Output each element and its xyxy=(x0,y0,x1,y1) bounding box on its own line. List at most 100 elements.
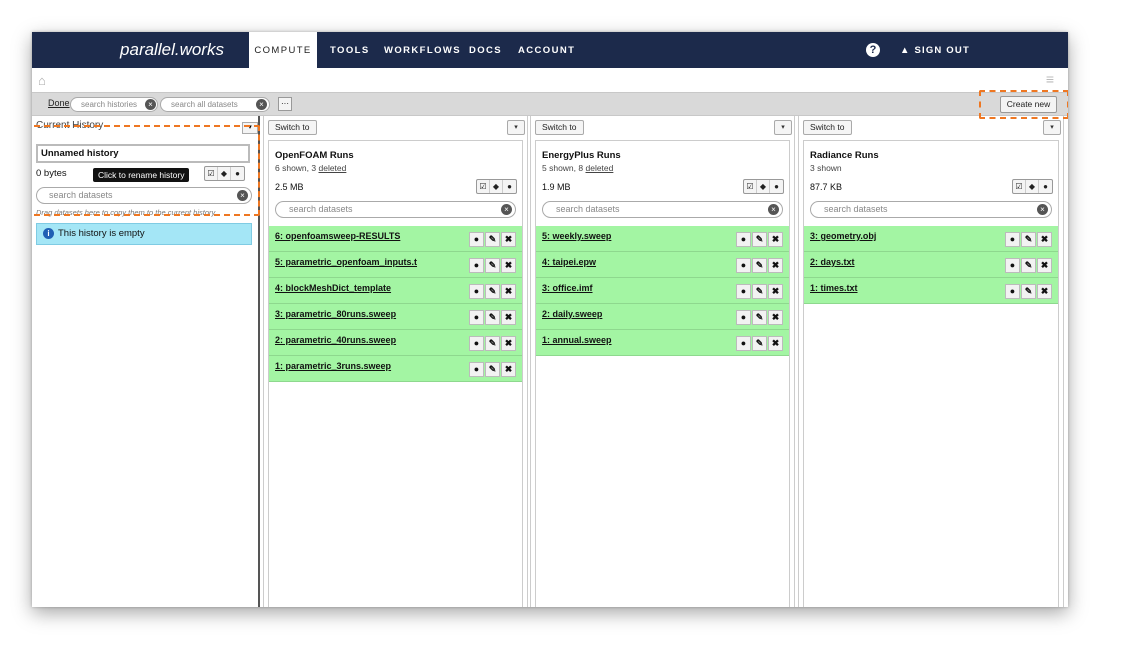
comment-icon[interactable]: ● xyxy=(503,180,516,193)
dataset-row[interactable]: 6: openfoamsweep-RESULTS ● ✎ ✖ xyxy=(269,226,522,252)
deleted-link[interactable]: deleted xyxy=(318,163,346,173)
clear-search-icon[interactable]: × xyxy=(768,204,779,215)
dataset-name[interactable]: 4: taipei.epw xyxy=(542,257,596,267)
search-datasets-input[interactable]: search datasets × xyxy=(36,187,252,204)
pencil-icon[interactable]: ✎ xyxy=(752,310,767,325)
pencil-icon[interactable]: ✎ xyxy=(485,310,500,325)
create-new-button[interactable]: Create new xyxy=(1000,96,1057,113)
eye-icon[interactable]: ● xyxy=(736,336,751,351)
eye-icon[interactable]: ● xyxy=(1005,258,1020,273)
dataset-name[interactable]: 1: parametric_3runs.sweep xyxy=(275,361,391,371)
dataset-name[interactable]: 5: weekly.sweep xyxy=(542,231,611,241)
clear-search-icon[interactable]: × xyxy=(256,99,267,110)
comment-icon[interactable]: ● xyxy=(231,167,244,180)
dataset-name[interactable]: 2: parametric_40runs.sweep xyxy=(275,335,396,345)
dataset-name[interactable]: 1: times.txt xyxy=(810,283,858,293)
select-checkbox-icon[interactable]: ☑ xyxy=(205,167,218,180)
select-checkbox-icon[interactable]: ☑ xyxy=(744,180,757,193)
close-icon[interactable]: ✖ xyxy=(768,258,783,273)
search-datasets-input[interactable]: search datasets × xyxy=(275,201,516,218)
dataset-row[interactable]: 1: parametric_3runs.sweep ● ✎ ✖ xyxy=(269,356,522,382)
dataset-row[interactable]: 3: office.imf ● ✎ ✖ xyxy=(536,278,789,304)
pencil-icon[interactable]: ✎ xyxy=(485,258,500,273)
dataset-row[interactable]: 3: geometry.obj ● ✎ ✖ xyxy=(804,226,1058,252)
nav-account[interactable]: ACCOUNT xyxy=(518,32,575,68)
eye-icon[interactable]: ● xyxy=(469,258,484,273)
nav-compute[interactable]: COMPUTE xyxy=(249,32,317,68)
eye-icon[interactable]: ● xyxy=(1005,232,1020,247)
pencil-icon[interactable]: ✎ xyxy=(485,336,500,351)
search-all-datasets-input[interactable]: search all datasets × xyxy=(160,97,270,112)
done-link[interactable]: Done xyxy=(48,98,70,108)
clear-search-icon[interactable]: × xyxy=(145,99,156,110)
brand-logo[interactable]: parallel.works xyxy=(32,32,248,68)
dataset-row[interactable]: 2: parametric_40runs.sweep ● ✎ ✖ xyxy=(269,330,522,356)
eye-icon[interactable]: ● xyxy=(1005,284,1020,299)
dataset-name[interactable]: 3: parametric_80runs.sweep xyxy=(275,309,396,319)
close-icon[interactable]: ✖ xyxy=(768,336,783,351)
help-icon[interactable]: ? xyxy=(866,43,880,57)
close-icon[interactable]: ✖ xyxy=(501,258,516,273)
more-options-button[interactable]: ··· xyxy=(278,97,292,111)
tag-icon[interactable]: ◆ xyxy=(757,180,770,193)
pencil-icon[interactable]: ✎ xyxy=(752,232,767,247)
close-icon[interactable]: ✖ xyxy=(1037,284,1052,299)
dataset-name[interactable]: 2: days.txt xyxy=(810,257,855,267)
switch-to-button[interactable]: Switch to xyxy=(268,120,317,135)
pencil-icon[interactable]: ✎ xyxy=(485,362,500,377)
eye-icon[interactable]: ● xyxy=(736,258,751,273)
select-checkbox-icon[interactable]: ☑ xyxy=(477,180,490,193)
pencil-icon[interactable]: ✎ xyxy=(752,336,767,351)
dataset-name[interactable]: 3: office.imf xyxy=(542,283,593,293)
dataset-row[interactable]: 4: taipei.epw ● ✎ ✖ xyxy=(536,252,789,278)
dataset-name[interactable]: 6: openfoamsweep-RESULTS xyxy=(275,231,400,241)
close-icon[interactable]: ✖ xyxy=(768,232,783,247)
home-icon[interactable]: ⌂ xyxy=(38,73,46,88)
search-datasets-input[interactable]: search datasets × xyxy=(810,201,1052,218)
nav-tools[interactable]: TOOLS xyxy=(330,32,370,68)
history-dropdown-caret-icon[interactable]: ▾ xyxy=(507,120,525,135)
pencil-icon[interactable]: ✎ xyxy=(485,284,500,299)
close-icon[interactable]: ✖ xyxy=(1037,258,1052,273)
clear-search-icon[interactable]: × xyxy=(501,204,512,215)
pencil-icon[interactable]: ✎ xyxy=(1021,232,1036,247)
dataset-row[interactable]: 2: days.txt ● ✎ ✖ xyxy=(804,252,1058,278)
sign-out-link[interactable]: ▲ SIGN OUT xyxy=(900,32,970,68)
eye-icon[interactable]: ● xyxy=(469,232,484,247)
pencil-icon[interactable]: ✎ xyxy=(1021,258,1036,273)
eye-icon[interactable]: ● xyxy=(469,336,484,351)
eye-icon[interactable]: ● xyxy=(736,232,751,247)
current-history-options-button[interactable]: ▾ xyxy=(242,122,258,134)
dataset-row[interactable]: 3: parametric_80runs.sweep ● ✎ ✖ xyxy=(269,304,522,330)
close-icon[interactable]: ✖ xyxy=(501,336,516,351)
eye-icon[interactable]: ● xyxy=(469,284,484,299)
dataset-name[interactable]: 3: geometry.obj xyxy=(810,231,876,241)
dataset-name[interactable]: 5: parametric_openfoam_inputs.t xyxy=(275,257,417,267)
nav-docs[interactable]: DOCS xyxy=(469,32,502,68)
hamburger-menu-icon[interactable]: ≡ xyxy=(1046,71,1054,87)
pencil-icon[interactable]: ✎ xyxy=(1021,284,1036,299)
close-icon[interactable]: ✖ xyxy=(501,362,516,377)
search-datasets-input[interactable]: search datasets × xyxy=(542,201,783,218)
pencil-icon[interactable]: ✎ xyxy=(485,232,500,247)
switch-to-button[interactable]: Switch to xyxy=(803,120,852,135)
dataset-name[interactable]: 2: daily.sweep xyxy=(542,309,602,319)
clear-search-icon[interactable]: × xyxy=(237,190,248,201)
tag-icon[interactable]: ◆ xyxy=(490,180,503,193)
comment-icon[interactable]: ● xyxy=(1039,180,1052,193)
clear-search-icon[interactable]: × xyxy=(1037,204,1048,215)
history-dropdown-caret-icon[interactable]: ▾ xyxy=(774,120,792,135)
select-checkbox-icon[interactable]: ☑ xyxy=(1013,180,1026,193)
dataset-row[interactable]: 1: annual.sweep ● ✎ ✖ xyxy=(536,330,789,356)
switch-to-button[interactable]: Switch to xyxy=(535,120,584,135)
history-dropdown-caret-icon[interactable]: ▾ xyxy=(1043,120,1061,135)
tag-icon[interactable]: ◆ xyxy=(1026,180,1039,193)
close-icon[interactable]: ✖ xyxy=(501,284,516,299)
eye-icon[interactable]: ● xyxy=(736,284,751,299)
close-icon[interactable]: ✖ xyxy=(501,310,516,325)
pencil-icon[interactable]: ✎ xyxy=(752,284,767,299)
search-histories-input[interactable]: search histories × xyxy=(70,97,158,112)
dataset-row[interactable]: 5: parametric_openfoam_inputs.t ● ✎ ✖ xyxy=(269,252,522,278)
nav-workflows[interactable]: WORKFLOWS xyxy=(384,32,461,68)
close-icon[interactable]: ✖ xyxy=(768,310,783,325)
